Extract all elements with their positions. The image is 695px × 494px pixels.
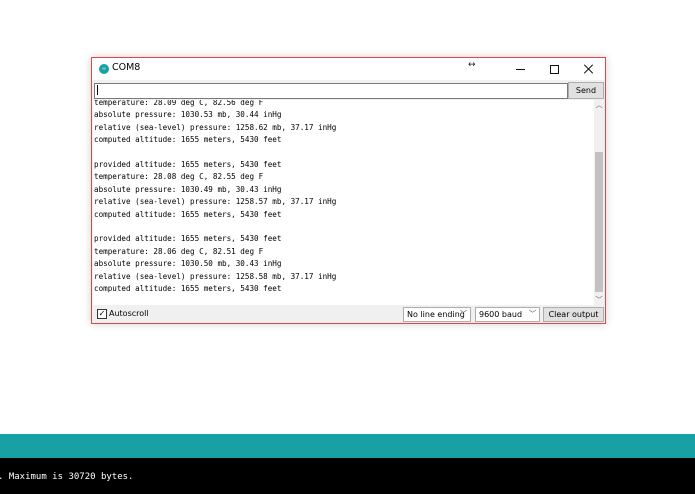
serial-output[interactable]: temperature: 28.09 deg C, 82.56 deg F abs… <box>93 100 594 305</box>
clear-output-button[interactable]: Clear output <box>543 307 604 322</box>
output-line: absolute pressure: 1030.49 mb, 30.43 inH… <box>94 184 282 194</box>
output-line: temperature: 28.08 deg C, 82.55 deg F <box>94 172 264 182</box>
output-line: computed altitude: 1655 meters, 5430 fee… <box>94 135 282 145</box>
output-line: relative (sea-level) pressure: 1258.58 m… <box>94 271 337 281</box>
footer-bar: ✓ Autoscroll No line ending ﹀ 9600 baud … <box>92 306 605 323</box>
output-line: relative (sea-level) pressure: 1258.57 m… <box>94 197 337 207</box>
ide-status-bar <box>0 434 695 458</box>
vertical-scrollbar[interactable]: ︿ ﹀ <box>594 100 604 305</box>
window-title: COM8 <box>112 62 141 73</box>
arduino-icon: ∞ <box>99 64 109 74</box>
output-line: temperature: 28.06 deg C, 82.51 deg F <box>94 246 264 256</box>
output-line: absolute pressure: 1030.53 mb, 30.44 inH… <box>94 110 282 120</box>
close-icon <box>583 64 593 74</box>
resize-arrows-icon: ↔ <box>468 60 476 70</box>
ide-console-line: . Maximum is 30720 bytes. <box>0 472 134 482</box>
line-ending-value: No line ending <box>407 310 465 319</box>
autoscroll-label[interactable]: Autoscroll <box>109 309 149 318</box>
title-bar[interactable]: ∞ COM8 ↔ <box>92 58 605 80</box>
maximize-icon <box>549 64 559 74</box>
output-line: computed altitude: 1655 meters, 5430 fee… <box>94 284 282 293</box>
serial-input[interactable] <box>94 83 568 99</box>
line-ending-select[interactable]: No line ending ﹀ <box>403 307 471 322</box>
text-caret <box>97 85 98 95</box>
maximize-button[interactable] <box>537 58 571 80</box>
baud-rate-select[interactable]: 9600 baud ﹀ <box>475 307 540 322</box>
send-button[interactable]: Send <box>568 82 604 99</box>
output-line: temperature: 28.09 deg C, 82.56 deg F <box>94 100 264 107</box>
scroll-thumb[interactable] <box>595 152 603 292</box>
chevron-down-icon: ﹀ <box>460 310 467 318</box>
close-button[interactable] <box>571 58 605 80</box>
scroll-up-arrow-icon[interactable]: ︿ <box>594 100 604 110</box>
autoscroll-checkbox[interactable]: ✓ <box>97 309 107 319</box>
scroll-down-arrow-icon[interactable]: ﹀ <box>594 295 604 305</box>
ide-console: . Maximum is 30720 bytes. <box>0 458 695 494</box>
chevron-down-icon: ﹀ <box>529 310 536 318</box>
serial-monitor-window: ∞ COM8 ↔ Send temperature: 28.09 deg C, … <box>91 57 606 324</box>
output-line: absolute pressure: 1030.50 mb, 30.43 inH… <box>94 259 282 269</box>
output-line: provided altitude: 1655 meters, 5430 fee… <box>94 160 282 169</box>
output-line: provided altitude: 1655 meters, 5430 fee… <box>94 234 282 244</box>
baud-rate-value: 9600 baud <box>479 310 523 319</box>
minimize-icon <box>515 68 525 70</box>
minimize-button[interactable] <box>503 58 537 80</box>
output-line: computed altitude: 1655 meters, 5430 fee… <box>94 209 282 219</box>
output-line: relative (sea-level) pressure: 1258.62 m… <box>94 122 337 132</box>
